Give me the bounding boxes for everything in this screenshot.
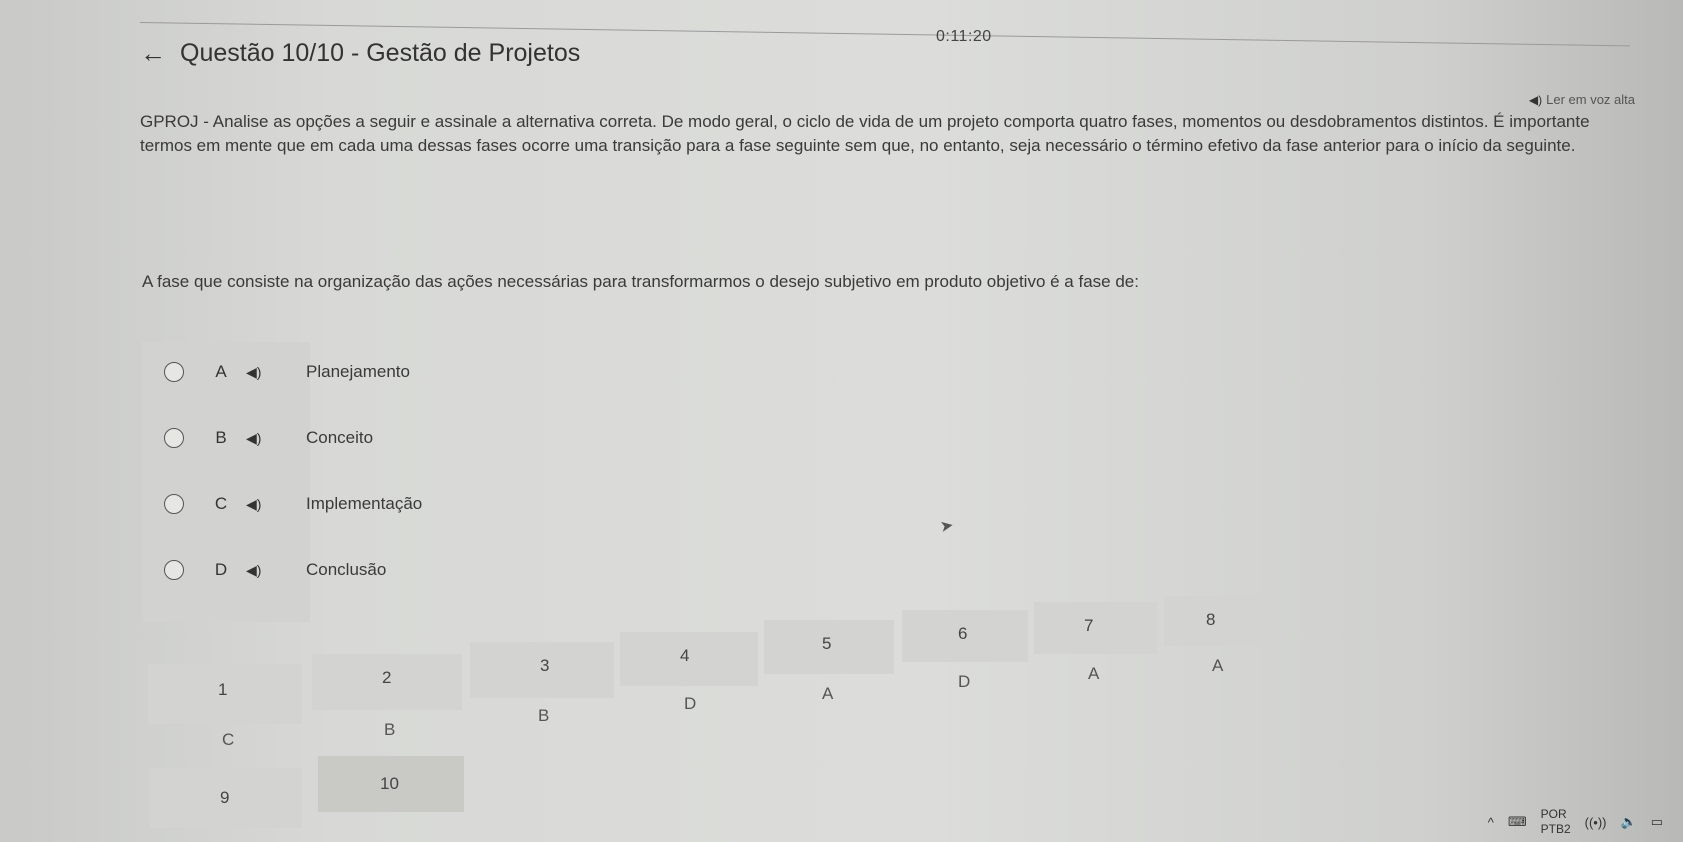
nav-number: 3 <box>540 656 550 675</box>
radio-button[interactable] <box>164 362 184 382</box>
option-text: Conceito <box>306 428 374 447</box>
nav-question-7[interactable]: 7 <box>1034 602 1158 654</box>
speaker-icon: ◀) <box>1528 92 1543 107</box>
nav-number: 5 <box>822 634 832 653</box>
nav-question-6[interactable]: 6 <box>902 610 1028 662</box>
read-aloud-button[interactable]: ◀) Ler em voz alta <box>1529 92 1635 107</box>
nav-number: 9 <box>220 788 230 807</box>
read-aloud-label: Ler em voz alta <box>1546 92 1635 107</box>
nav-answer: A <box>1088 664 1100 683</box>
nav-answer: D <box>684 694 697 713</box>
speaker-icon[interactable]: ◀) <box>246 496 286 513</box>
chevron-up-icon[interactable]: ^ <box>1488 815 1494 830</box>
radio-button[interactable] <box>164 494 184 514</box>
nav-question-1[interactable]: 1 <box>148 664 302 724</box>
speaker-icon[interactable]: ◀) <box>246 364 286 381</box>
radio-button[interactable] <box>164 428 184 448</box>
nav-number: 6 <box>958 624 968 643</box>
volume-icon[interactable]: 🔈 <box>1621 814 1637 830</box>
nav-number: 1 <box>218 680 228 699</box>
nav-question-10[interactable]: 10 <box>318 756 464 812</box>
system-taskbar: ^ ⌨ POR PTB2 ((•)) 🔈 ▭ <box>1423 802 1683 842</box>
nav-answer: A <box>822 684 834 703</box>
page-title: Questão 10/10 - Gestão de Projetos <box>180 38 581 67</box>
nav-number: 8 <box>1206 610 1216 629</box>
question-prompt: A fase que consiste na organização das a… <box>142 272 1139 291</box>
speaker-icon[interactable]: ◀) <box>246 430 286 447</box>
nav-number: 2 <box>382 668 392 687</box>
wifi-icon[interactable]: ((•)) <box>1585 815 1607 830</box>
option-text: Implementação <box>306 494 423 513</box>
nav-question-5[interactable]: 5 <box>764 620 894 674</box>
battery-icon[interactable]: ▭ <box>1651 814 1663 830</box>
nav-answer: C <box>222 730 235 749</box>
timer: 0:11:20 <box>936 28 992 45</box>
nav-answer: B <box>538 706 550 725</box>
option-a[interactable]: A ◀) Planejamento <box>142 352 562 392</box>
nav-number: 7 <box>1084 616 1094 635</box>
option-letter: A <box>215 362 227 381</box>
nav-question-3[interactable]: 3 <box>470 642 614 698</box>
nav-number: 4 <box>680 646 690 665</box>
radio-button[interactable] <box>164 560 184 580</box>
nav-answer: D <box>958 672 971 691</box>
language-indicator[interactable]: POR PTB2 <box>1541 807 1571 837</box>
option-letter: B <box>215 428 227 447</box>
option-d[interactable]: D ◀) Conclusão <box>142 550 562 590</box>
language-primary: POR <box>1540 807 1567 821</box>
keyboard-icon[interactable]: ⌨ <box>1508 814 1527 830</box>
speaker-icon[interactable]: ◀) <box>246 562 286 579</box>
option-letter: D <box>214 560 228 579</box>
nav-question-8[interactable]: 8 <box>1164 596 1270 646</box>
question-header: ← Questão 10/10 - Gestão de Projetos <box>140 38 580 68</box>
nav-answer: B <box>384 720 396 739</box>
option-c[interactable]: C ◀) Implementação <box>142 484 562 524</box>
option-letter: C <box>214 494 228 513</box>
option-b[interactable]: B ◀) Conceito <box>142 418 562 458</box>
nav-question-2[interactable]: 2 <box>312 654 462 710</box>
nav-question-9[interactable]: 9 <box>150 768 302 828</box>
back-arrow-icon[interactable]: ← <box>140 38 180 68</box>
mouse-cursor-icon: ➤ <box>938 516 955 537</box>
nav-question-4[interactable]: 4 <box>620 632 758 686</box>
option-text: Planejamento <box>306 362 410 381</box>
nav-number: 10 <box>380 774 399 793</box>
question-statement: GPROJ - Analise as opções a seguir e ass… <box>140 112 1590 155</box>
language-secondary: PTB2 <box>1540 822 1571 836</box>
option-text: Conclusão <box>306 560 387 579</box>
nav-answer: A <box>1212 656 1224 675</box>
